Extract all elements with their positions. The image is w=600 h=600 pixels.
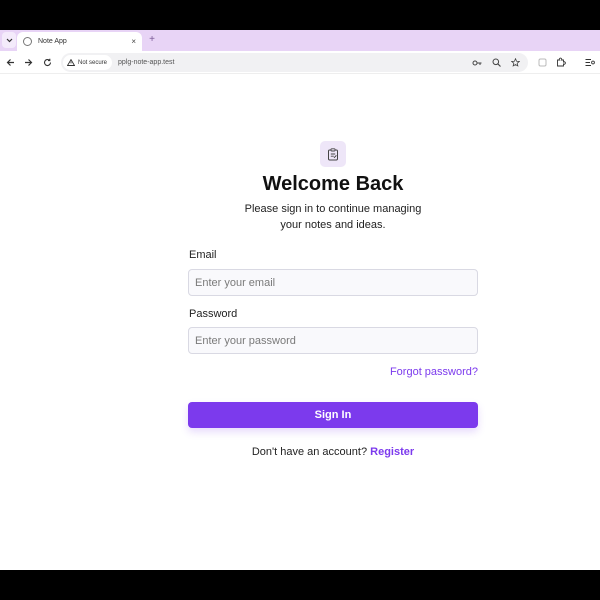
password-field[interactable] bbox=[188, 327, 478, 354]
extension-icon[interactable] bbox=[536, 56, 548, 68]
no-account-text: Don't have an account? bbox=[251, 446, 368, 458]
sign-in-button[interactable]: Sign In bbox=[188, 402, 478, 428]
url-text[interactable]: pplg-note-app.test bbox=[118, 59, 471, 66]
reload-button[interactable] bbox=[40, 55, 54, 69]
warning-icon bbox=[67, 59, 75, 66]
profile-menu-icon[interactable] bbox=[584, 56, 596, 68]
security-indicator[interactable]: Not secure bbox=[63, 55, 113, 70]
close-icon[interactable]: × bbox=[131, 37, 136, 46]
password-key-icon[interactable] bbox=[471, 57, 483, 69]
security-label: Not secure bbox=[78, 59, 108, 66]
address-bar[interactable]: Not secure pplg-note-app.test bbox=[61, 53, 528, 72]
back-button[interactable] bbox=[3, 55, 17, 69]
reload-icon bbox=[43, 58, 51, 66]
register-link[interactable]: Register bbox=[370, 446, 414, 458]
zoom-icon[interactable] bbox=[490, 57, 502, 69]
note-clipboard-icon bbox=[328, 147, 338, 160]
browser-window: Note App × + Not secure pplg-note-app.te… bbox=[0, 30, 600, 570]
tab-title: Note App bbox=[38, 38, 67, 45]
tab-search-button[interactable] bbox=[2, 32, 16, 48]
app-logo bbox=[320, 141, 346, 167]
forward-button[interactable] bbox=[21, 55, 35, 69]
chevron-down-icon bbox=[6, 38, 12, 42]
login-page: Welcome Back Please sign in to continue … bbox=[0, 74, 600, 570]
password-label: Password bbox=[189, 308, 238, 320]
register-prompt: Don't have an account? Register bbox=[0, 446, 600, 458]
email-field[interactable] bbox=[188, 269, 478, 296]
forgot-password-link[interactable]: Forgot password? bbox=[390, 366, 478, 378]
globe-icon bbox=[23, 37, 32, 46]
forward-arrow-icon bbox=[24, 58, 32, 66]
browser-toolbar: Not secure pplg-note-app.test bbox=[0, 51, 600, 74]
tab-note-app[interactable]: Note App × bbox=[17, 32, 142, 51]
tab-strip: Note App × + bbox=[0, 30, 600, 51]
page-subtitle: Please sign in to continue managing your… bbox=[244, 203, 422, 231]
new-tab-button[interactable]: + bbox=[146, 33, 158, 47]
back-arrow-icon bbox=[6, 58, 14, 66]
email-label: Email bbox=[189, 249, 217, 261]
extensions-puzzle-icon[interactable] bbox=[555, 56, 567, 68]
bookmark-star-icon[interactable] bbox=[509, 57, 521, 69]
page-title: Welcome Back bbox=[262, 173, 404, 195]
